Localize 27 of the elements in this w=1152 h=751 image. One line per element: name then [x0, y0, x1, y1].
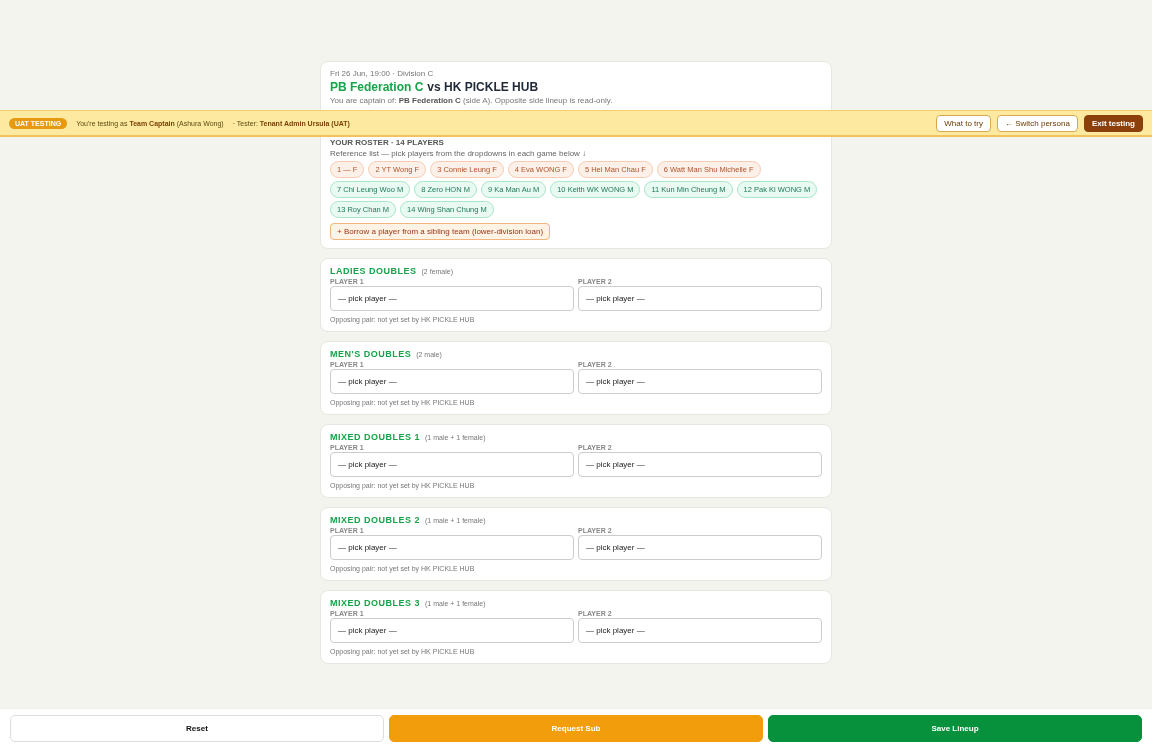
banner-button[interactable]: Exit testing: [1083, 114, 1143, 132]
home-team: PB Federation C: [330, 80, 424, 94]
match-meta: Fri 26 Jun, 19:00 · Division C: [330, 69, 435, 78]
player-select[interactable]: — pick player —: [330, 452, 574, 477]
borrow-button[interactable]: + Borrow a player from a sibling team (lower-division loan): [330, 223, 551, 240]
player-select[interactable]: — pick player —: [330, 369, 574, 394]
player-select[interactable]: — pick player —: [578, 452, 822, 477]
banner-button[interactable]: ← Switch persona: [996, 114, 1078, 132]
player-select[interactable]: — pick player —: [330, 286, 574, 311]
game-title: LADIES DOUBLES: [330, 266, 417, 276]
player-select[interactable]: — pick player —: [330, 618, 574, 643]
player-select[interactable]: — pick player —: [578, 286, 822, 311]
footer-button[interactable]: Save Lineup: [768, 715, 1142, 742]
captain-note: You are captain of: PB Federation C (side A). Opposite side lineup is read-only.: [330, 96, 614, 105]
player-select[interactable]: — pick player —: [578, 369, 822, 394]
player-select[interactable]: — pick player —: [330, 535, 574, 560]
game-title: MIXED DOUBLES 2: [330, 515, 420, 525]
banner-button[interactable]: What to try: [936, 114, 991, 132]
roster-hint: Reference list — pick players from the dropdowns in each game below ↓: [330, 149, 588, 158]
game-title: MIXED DOUBLES 3: [330, 598, 420, 608]
game-title: MEN'S DOUBLES: [330, 349, 412, 359]
player-select[interactable]: — pick player —: [578, 618, 822, 643]
roster-title: YOUR ROSTER · 14 PLAYERS: [330, 138, 445, 147]
opponent-team: vs HK PICKLE HUB: [427, 80, 539, 94]
player-select[interactable]: — pick player —: [578, 535, 822, 560]
game-title: MIXED DOUBLES 1: [330, 432, 420, 442]
footer-button[interactable]: Reset: [10, 715, 384, 742]
